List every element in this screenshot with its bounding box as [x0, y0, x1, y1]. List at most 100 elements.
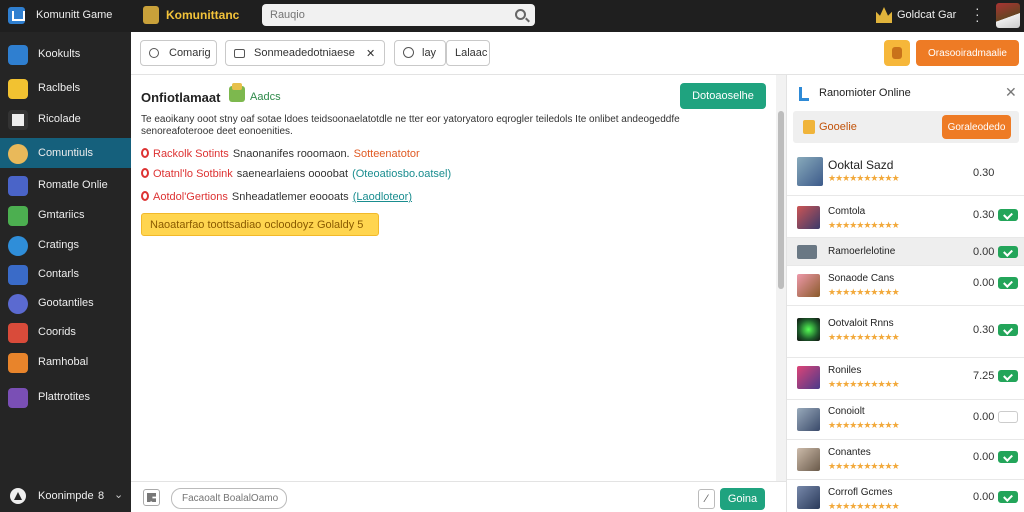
- sidebar-item-label: Ricolade: [38, 113, 81, 125]
- sidebar-item-label: Kookults: [38, 48, 81, 60]
- game-row[interactable]: Ootvaloit Rnns ★★★★★★★★★★ 0.30: [787, 306, 1024, 358]
- crown-icon: [876, 7, 892, 23]
- sword-icon: [8, 388, 28, 408]
- game-row[interactable]: Ooktal Sazd ★★★★★★★★★★ 0.30: [787, 152, 1024, 196]
- game-name: Roniles: [828, 365, 862, 376]
- main-scrollbar[interactable]: [776, 75, 786, 481]
- rating-stars: ★★★★★★★★★★: [828, 501, 900, 511]
- sidebar-item-4[interactable]: Comuntiuls: [0, 138, 131, 168]
- checkbox-checked[interactable]: [998, 209, 1018, 221]
- app-title: Komunitt Game: [36, 9, 113, 21]
- app-logo-icon: [8, 7, 25, 24]
- game-price: 0.30: [973, 167, 995, 179]
- banner-button[interactable]: Goraleodedo: [942, 115, 1011, 139]
- attach-button[interactable]: ⁄: [698, 489, 715, 509]
- box-icon: [8, 110, 28, 130]
- game-row[interactable]: Conantes ★★★★★★★★★★ 0.00: [787, 440, 1024, 480]
- sidebar-footer[interactable]: Koonimpde 8 ⌄: [0, 480, 131, 512]
- game-row[interactable]: Roniles ★★★★★★★★★★ 7.25: [787, 358, 1024, 400]
- sidebar-item-11[interactable]: Ramhobal: [0, 347, 131, 377]
- game-thumbnail: [797, 448, 820, 471]
- checkbox-unchecked[interactable]: [998, 411, 1018, 423]
- sidebar-item-label: Contarls: [38, 268, 79, 280]
- back-icon[interactable]: [799, 87, 809, 101]
- info-row: Otatnl'lo Sotbink saenearlaiens oooobat (O…: [141, 168, 451, 180]
- sidebar-item-9[interactable]: Gootantiles: [0, 288, 131, 318]
- toolbar-button-1[interactable]: Comarig: [140, 40, 217, 66]
- toolbar-button-3[interactable]: lay: [394, 40, 446, 66]
- sidebar-item-label: Plattrotites: [38, 391, 90, 403]
- checkbox-checked[interactable]: [998, 277, 1018, 289]
- brand-name: Komunittanc: [166, 8, 240, 22]
- cube-blue-icon: [8, 45, 28, 65]
- game-thumbnail: [797, 274, 820, 297]
- chevron-down-icon[interactable]: ⌄: [114, 488, 123, 501]
- game-name: Corrofl Gcmes: [828, 487, 893, 498]
- rating-stars: ★★★★★★★★★★: [828, 220, 900, 230]
- game-row[interactable]: Conoiolt ★★★★★★★★★★ 0.00: [787, 400, 1024, 440]
- grid-button[interactable]: [143, 489, 160, 506]
- checkbox-checked[interactable]: [998, 370, 1018, 382]
- sidebar-item-10[interactable]: Coorids: [0, 317, 131, 347]
- banner-label: Gooelie: [819, 121, 857, 133]
- info-row-text: saenearlaiens oooobat: [236, 168, 349, 180]
- sidebar-item-label: Romatle Onlie: [38, 179, 108, 191]
- game-name: Ramoerlelotine: [828, 246, 896, 257]
- sidebar-item-2[interactable]: Raclbels: [0, 73, 131, 103]
- game-price: 0.00: [973, 246, 995, 258]
- toolbar-button-label: Lalaac: [455, 47, 488, 59]
- heart-icon: [141, 168, 149, 178]
- info-row-extra: (Oteoatiosbo.oatsel): [352, 168, 452, 180]
- info-row-label: Rackolk Sotints: [153, 148, 229, 160]
- toolbar-button-4[interactable]: Lalaac: [446, 40, 490, 66]
- toolbar-button-label: Comarig: [169, 47, 211, 59]
- search-box[interactable]: [262, 4, 535, 26]
- sidebar-item-5[interactable]: Romatle Onlie: [0, 170, 131, 200]
- send-button[interactable]: Goina: [720, 488, 765, 510]
- game-name: Ootvaloit Rnns: [828, 318, 894, 329]
- game-name: Conantes: [828, 447, 871, 458]
- alert-banner[interactable]: Naoatarfao toottsadiao ocloodoyz Golaldy…: [141, 213, 379, 236]
- dice-yellow-icon: [8, 79, 28, 99]
- game-row[interactable]: Comtola ★★★★★★★★★★ 0.30: [787, 196, 1024, 238]
- grid-icon: [8, 176, 28, 196]
- game-name: Sonaode Cans: [828, 273, 895, 284]
- sidebar: Kookults Raclbels Ricolade Comuntiuls Ro…: [0, 32, 131, 512]
- search-icon: [149, 48, 159, 58]
- game-row[interactable]: Ramoerlelotine 0.00: [787, 238, 1024, 266]
- fire-icon: [8, 353, 28, 373]
- game-name: Comtola: [828, 206, 866, 217]
- notification-button[interactable]: [884, 40, 910, 66]
- info-row: Rackolk Sotints Snaonanifes rooomaon. Sott…: [141, 148, 420, 160]
- game-thumbnail: [797, 408, 820, 431]
- close-icon[interactable]: ✕: [366, 47, 375, 60]
- game-row[interactable]: Sonaode Cans ★★★★★★★★★★ 0.00: [787, 266, 1024, 306]
- main-action-button[interactable]: Dotoaoselhe: [680, 83, 766, 109]
- sidebar-item-7[interactable]: Cratings: [0, 230, 131, 260]
- brand-icon: [143, 6, 159, 24]
- sidebar-item-6[interactable]: Gmtariics: [0, 200, 131, 230]
- sidebar-item-12[interactable]: Plattrotites: [0, 382, 131, 412]
- checkbox-checked[interactable]: [998, 324, 1018, 336]
- footer-count: 8: [98, 490, 105, 502]
- info-row-link[interactable]: (Laodloteor): [353, 191, 412, 203]
- people-icon: [8, 294, 28, 314]
- sidebar-item-1[interactable]: Kookults: [0, 39, 131, 69]
- game-row[interactable]: Corrofl Gcmes ★★★★★★★★★★ 0.00: [787, 480, 1024, 512]
- toolbar-button-label: lay: [422, 47, 437, 59]
- search-icon[interactable]: [515, 9, 526, 20]
- toolbar-button-2[interactable]: Sonmeadedotniaese ✕: [225, 40, 385, 66]
- message-input[interactable]: [171, 488, 287, 509]
- scrollbar-thumb[interactable]: [778, 111, 784, 289]
- checkbox-checked[interactable]: [998, 451, 1018, 463]
- user-name[interactable]: Goldcat Gar: [897, 9, 956, 21]
- checkbox-checked[interactable]: [998, 246, 1018, 258]
- sidebar-item-8[interactable]: Contarls: [0, 259, 131, 289]
- avatar[interactable]: [996, 3, 1020, 28]
- more-options-icon[interactable]: · · ·: [975, 1, 980, 27]
- close-icon[interactable]: ✕: [1005, 84, 1017, 101]
- primary-action-button[interactable]: Orasooiradmaalie: [916, 40, 1019, 66]
- sidebar-item-3[interactable]: Ricolade: [0, 104, 131, 134]
- checkbox-checked[interactable]: [998, 491, 1018, 503]
- search-input[interactable]: [270, 7, 506, 23]
